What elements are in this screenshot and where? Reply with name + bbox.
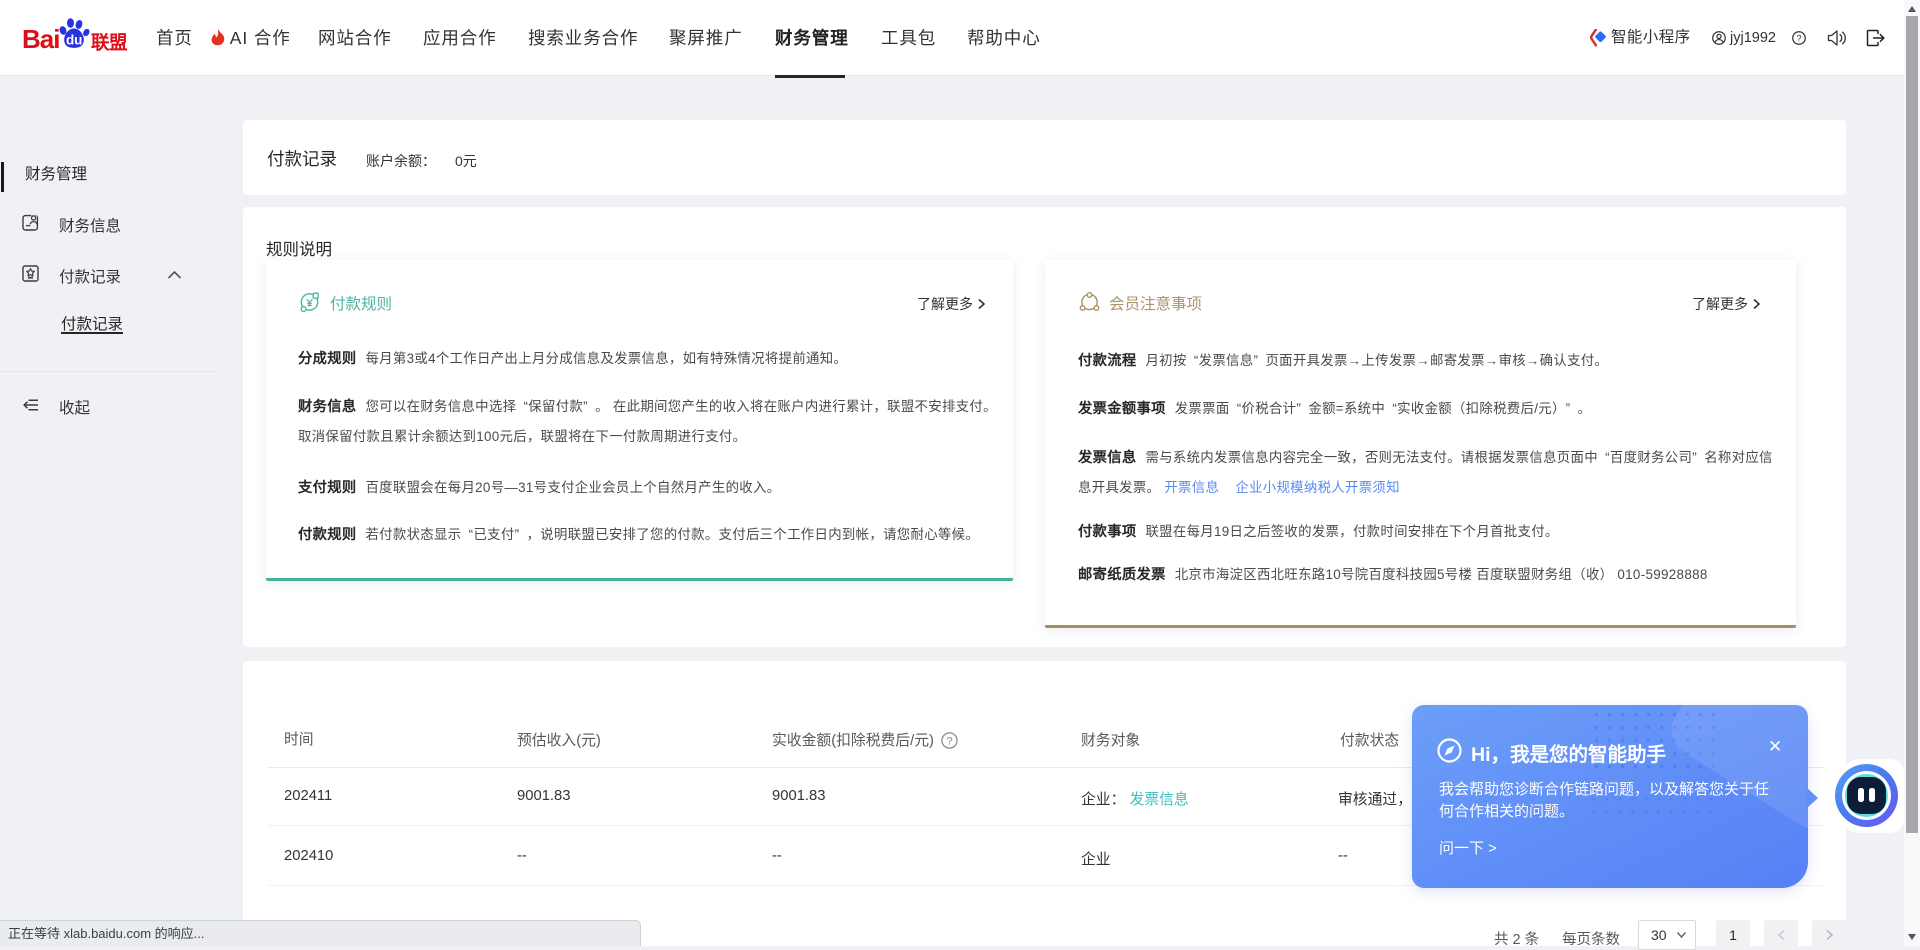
svg-text:du: du [66, 33, 83, 48]
svg-text:?: ? [946, 735, 952, 747]
svg-text:?: ? [1796, 33, 1801, 43]
